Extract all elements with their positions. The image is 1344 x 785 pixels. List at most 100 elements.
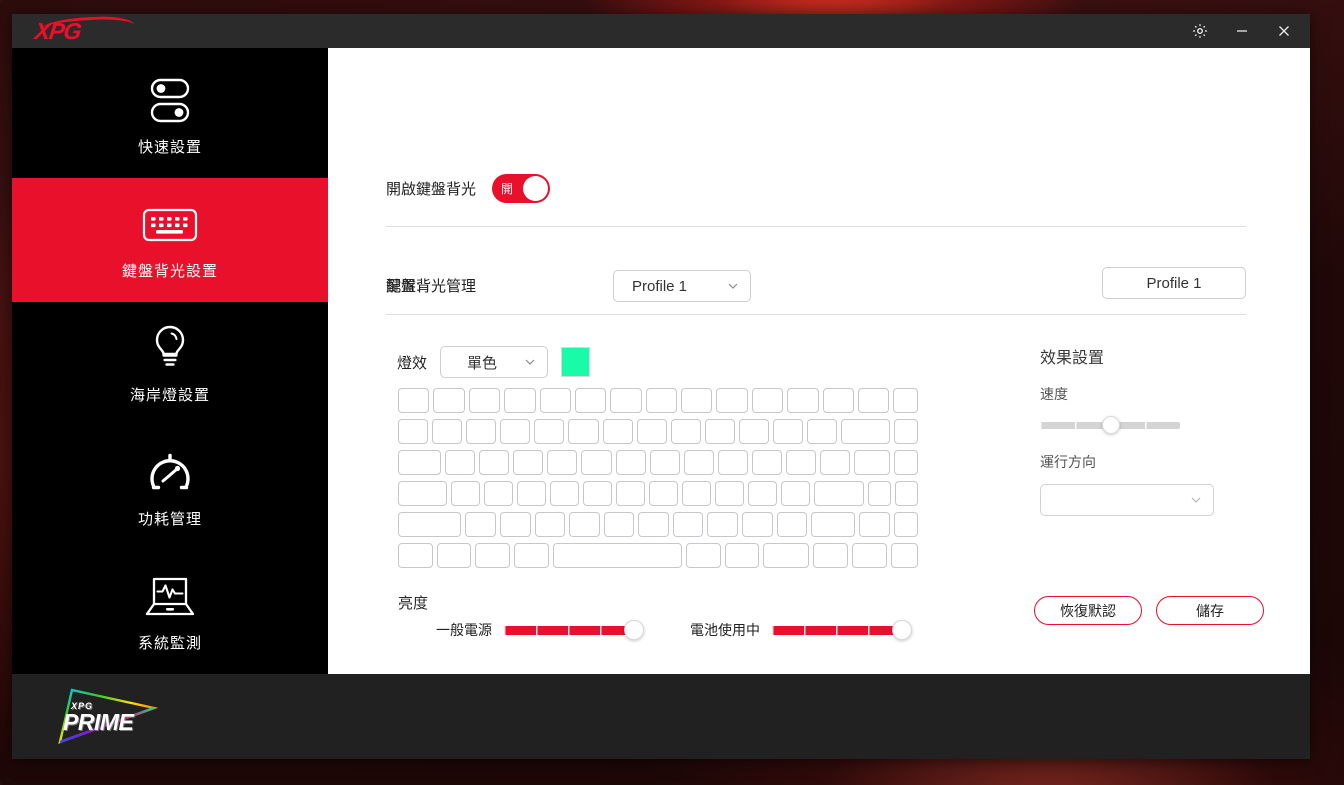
keyboard-key[interactable]: [468, 388, 501, 413]
profile-select[interactable]: Profile 1: [613, 270, 751, 302]
slider-thumb[interactable]: [624, 620, 644, 640]
keyboard-key[interactable]: [748, 481, 778, 506]
keyboard-key[interactable]: [724, 543, 760, 568]
keyboard-key[interactable]: [841, 419, 891, 444]
keyboard-key[interactable]: [820, 450, 851, 475]
keyboard-key[interactable]: [465, 512, 496, 537]
keyboard-key[interactable]: [568, 419, 599, 444]
keyboard-key[interactable]: [894, 419, 919, 444]
keyboard-key[interactable]: [603, 512, 635, 537]
keyboard-key[interactable]: [742, 512, 773, 537]
keyboard-key[interactable]: [852, 543, 887, 568]
keyboard-key[interactable]: [672, 512, 704, 537]
minimize-icon[interactable]: [1232, 21, 1252, 41]
slider-thumb[interactable]: [1101, 416, 1120, 434]
keyboard-key[interactable]: [534, 419, 565, 444]
keyboard-key[interactable]: [649, 481, 679, 506]
keyboard-key[interactable]: [776, 512, 808, 537]
keyboard-key[interactable]: [569, 512, 600, 537]
keyboard-key[interactable]: [681, 388, 713, 413]
keyboard-key[interactable]: [398, 543, 433, 568]
keyboard-key[interactable]: [484, 481, 514, 506]
sidebar-item-keyboard-backlight[interactable]: 鍵盤背光設置: [12, 178, 328, 302]
keyboard-key[interactable]: [432, 419, 463, 444]
keyboard-key[interactable]: [451, 481, 481, 506]
keyboard-key[interactable]: [444, 450, 475, 475]
keyboard-key[interactable]: [811, 512, 856, 537]
sidebar-item-power-management[interactable]: 功耗管理: [12, 426, 328, 550]
slider-thumb[interactable]: [892, 620, 912, 640]
keyboard-key[interactable]: [822, 388, 854, 413]
keyboard-key[interactable]: [763, 543, 810, 568]
keyboard-key[interactable]: [781, 481, 811, 506]
backlight-power-toggle[interactable]: 開: [492, 174, 551, 203]
keyboard-key[interactable]: [433, 388, 465, 413]
brightness-ac-slider[interactable]: [504, 620, 644, 640]
keyboard-key[interactable]: [894, 450, 919, 475]
brightness-battery-slider[interactable]: [772, 620, 912, 640]
keyboard-key[interactable]: [670, 419, 701, 444]
speed-slider[interactable]: [1040, 416, 1180, 434]
keyboard-key[interactable]: [534, 512, 566, 537]
keyboard-key[interactable]: [645, 388, 677, 413]
keyboard-key[interactable]: [868, 481, 892, 506]
keyboard-key[interactable]: [857, 388, 890, 413]
keyboard-key[interactable]: [550, 481, 580, 506]
keyboard-key[interactable]: [616, 481, 646, 506]
keyboard-key[interactable]: [717, 450, 749, 475]
keyboard-key[interactable]: [547, 450, 578, 475]
sidebar-item-quick-settings[interactable]: 快速設置: [12, 54, 328, 178]
config-value-box[interactable]: Profile 1: [1102, 267, 1246, 299]
keyboard-key[interactable]: [854, 450, 891, 475]
keyboard-key[interactable]: [552, 543, 682, 568]
keyboard-key[interactable]: [398, 481, 448, 506]
close-icon[interactable]: [1274, 21, 1294, 41]
keyboard-key[interactable]: [436, 543, 472, 568]
keyboard-key[interactable]: [859, 512, 890, 537]
effect-select[interactable]: 單色: [440, 346, 549, 378]
keyboard-key[interactable]: [513, 450, 544, 475]
keyboard-key[interactable]: [539, 388, 571, 413]
keyboard-key[interactable]: [517, 481, 547, 506]
keyboard-key[interactable]: [398, 450, 441, 475]
save-button[interactable]: 儲存: [1156, 596, 1264, 625]
keyboard-key[interactable]: [602, 419, 633, 444]
keyboard-key[interactable]: [398, 512, 462, 537]
keyboard-key[interactable]: [615, 450, 646, 475]
keyboard-key-map[interactable]: [398, 388, 919, 574]
keyboard-key[interactable]: [890, 543, 918, 568]
keyboard-key[interactable]: [500, 419, 531, 444]
keyboard-key[interactable]: [683, 450, 714, 475]
direction-select[interactable]: [1040, 484, 1214, 516]
sidebar-item-coast-light[interactable]: 海岸燈設置: [12, 302, 328, 426]
keyboard-key[interactable]: [752, 450, 783, 475]
keyboard-key[interactable]: [773, 419, 804, 444]
keyboard-key[interactable]: [786, 450, 817, 475]
keyboard-key[interactable]: [466, 419, 497, 444]
keyboard-key[interactable]: [583, 481, 613, 506]
keyboard-key[interactable]: [636, 419, 667, 444]
keyboard-key[interactable]: [814, 481, 865, 506]
keyboard-key[interactable]: [398, 388, 430, 413]
keyboard-key[interactable]: [813, 543, 849, 568]
keyboard-key[interactable]: [707, 512, 739, 537]
keyboard-key[interactable]: [716, 388, 748, 413]
keyboard-key[interactable]: [398, 419, 429, 444]
keyboard-key[interactable]: [638, 512, 669, 537]
keyboard-key[interactable]: [751, 388, 784, 413]
keyboard-key[interactable]: [504, 388, 536, 413]
keyboard-key[interactable]: [715, 481, 745, 506]
keyboard-key[interactable]: [807, 419, 838, 444]
keyboard-key[interactable]: [610, 388, 642, 413]
keyboard-key[interactable]: [704, 419, 735, 444]
keyboard-key[interactable]: [895, 481, 919, 506]
settings-gear-icon[interactable]: [1190, 21, 1210, 41]
keyboard-key[interactable]: [581, 450, 612, 475]
sidebar-item-system-monitor[interactable]: 系統監測: [12, 550, 328, 674]
keyboard-key[interactable]: [685, 543, 721, 568]
keyboard-key[interactable]: [893, 388, 919, 413]
keyboard-key[interactable]: [738, 419, 770, 444]
keyboard-key[interactable]: [513, 543, 549, 568]
keyboard-key[interactable]: [475, 543, 510, 568]
keyboard-key[interactable]: [649, 450, 680, 475]
